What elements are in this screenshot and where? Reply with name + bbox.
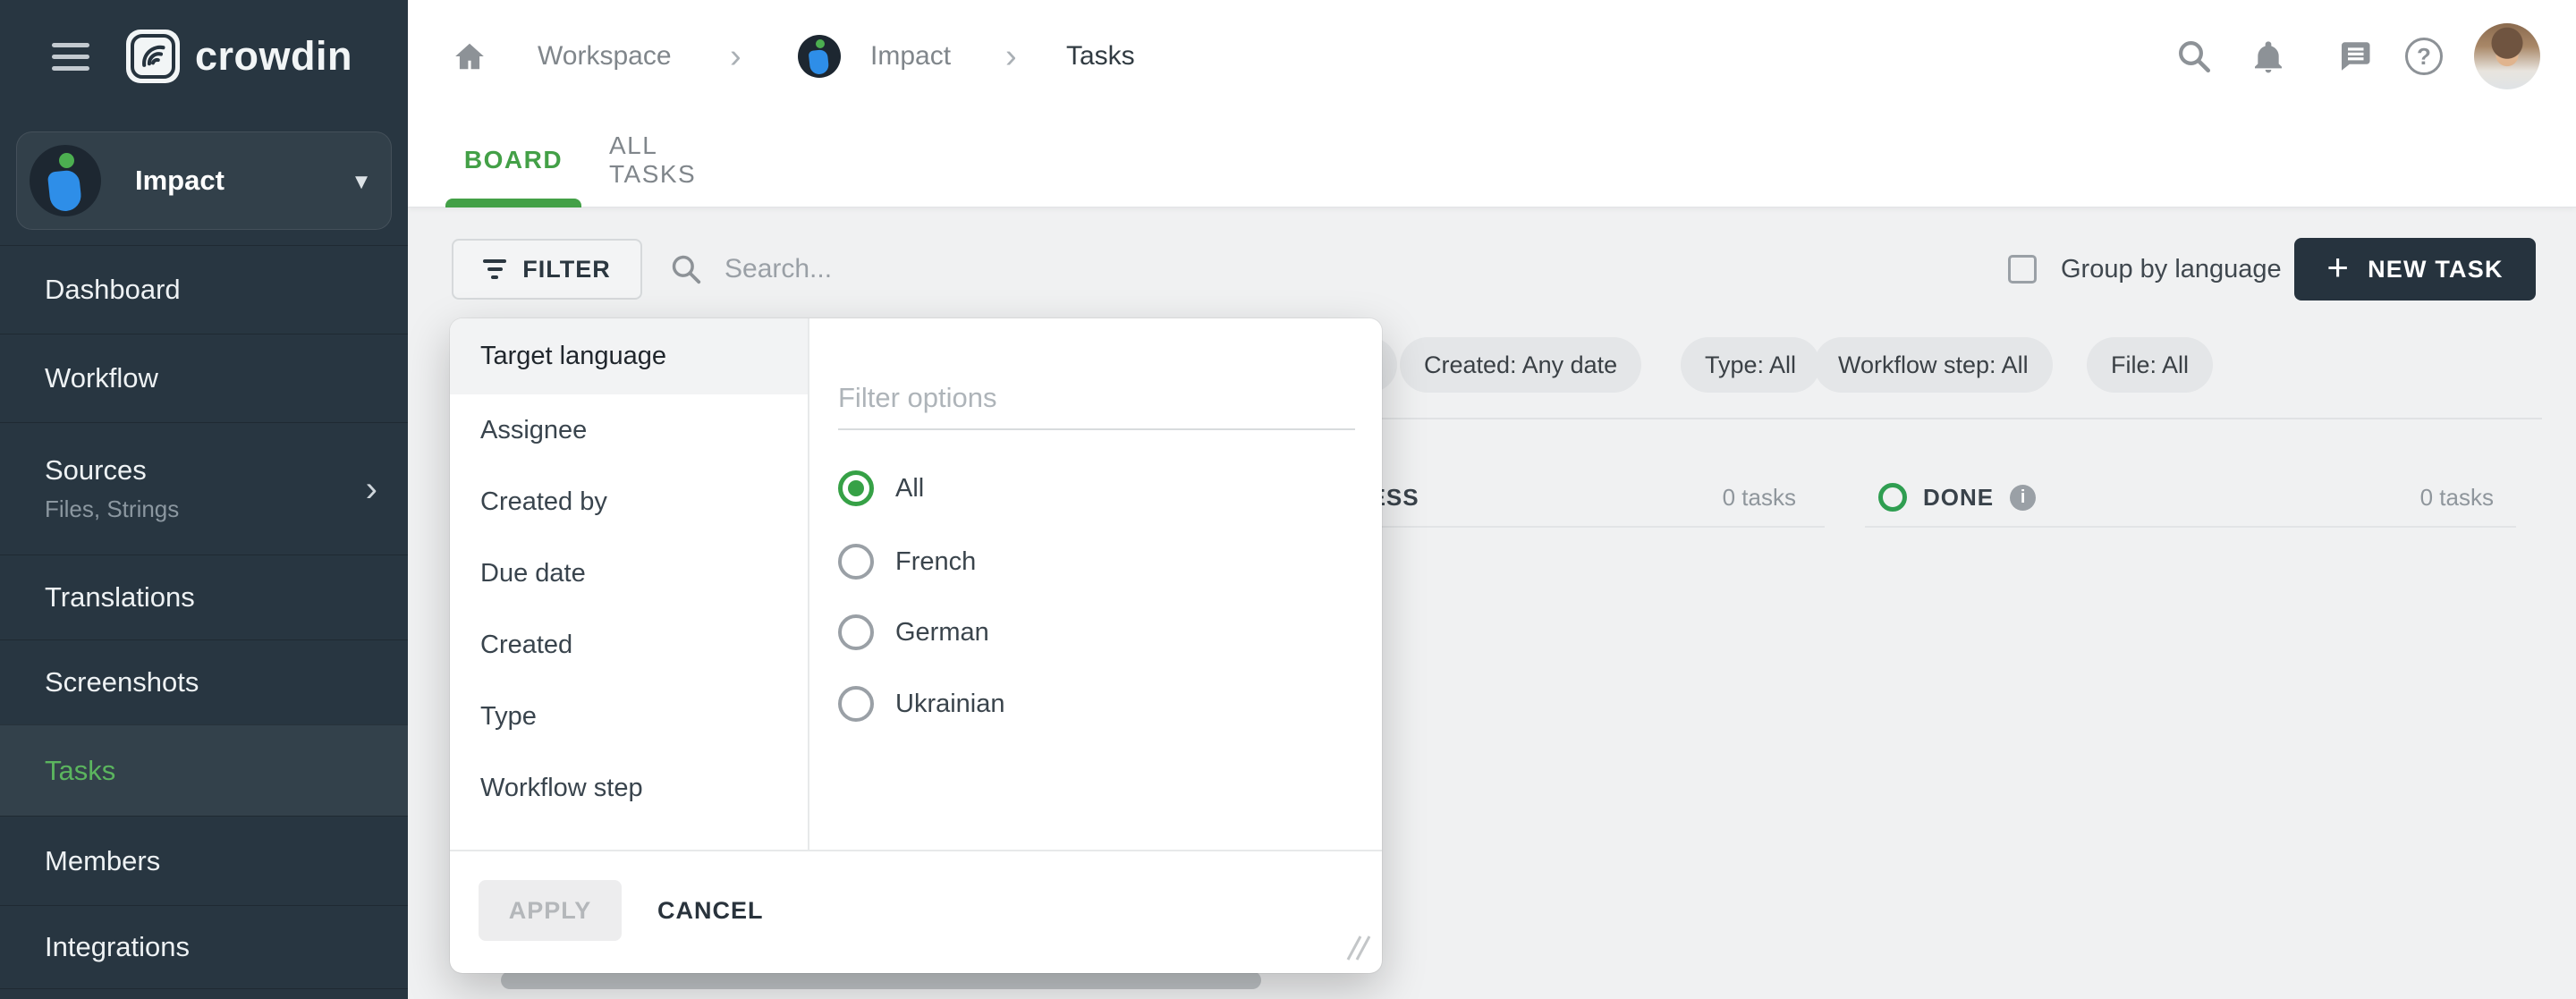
panel-footer-divider: [450, 850, 1382, 851]
horizontal-scrollbar-thumb[interactable]: [501, 971, 1261, 989]
notifications-bell-icon[interactable]: [2245, 33, 2292, 80]
crowdin-wordmark: crowdin: [195, 33, 352, 80]
breadcrumb-current-page: Tasks: [1066, 0, 1135, 113]
search-icon[interactable]: [2171, 33, 2217, 80]
tab-all-tasks[interactable]: ALL TASKS: [609, 113, 736, 207]
task-search: [669, 241, 1190, 297]
top-header: Workspace › Impact › Tasks ?: [408, 0, 2576, 207]
project-avatar: [30, 145, 101, 216]
breadcrumb-project-avatar: [798, 0, 841, 113]
crowdin-logo[interactable]: crowdin: [126, 30, 352, 83]
radio-icon[interactable]: [838, 614, 874, 650]
sidebar-item-translations[interactable]: Translations: [0, 555, 408, 639]
tab-board[interactable]: BOARD: [445, 113, 581, 207]
radio-icon[interactable]: [838, 544, 874, 580]
filter-category-created-by[interactable]: Created by: [450, 466, 808, 538]
group-by-language-label: Group by language: [2061, 255, 2282, 284]
filter-category-created[interactable]: Created: [450, 609, 808, 681]
active-tab-underline: [445, 199, 581, 207]
user-avatar[interactable]: [2474, 23, 2540, 89]
filter-category-assignee[interactable]: Assignee: [450, 394, 808, 466]
language-option-ukrainian[interactable]: Ukrainian: [838, 684, 1005, 724]
crowdin-tasks-page: crowdin Impact ▾ Dashboard Workflow Sour…: [0, 0, 2576, 999]
crowdin-logo-icon: [126, 30, 180, 83]
hamburger-menu-icon[interactable]: [52, 43, 89, 71]
sidebar-item-members[interactable]: Members: [0, 816, 408, 905]
apply-button[interactable]: APPLY: [479, 880, 622, 941]
search-input[interactable]: [724, 254, 1190, 284]
column-task-count: 0 tasks: [1723, 484, 1796, 512]
done-status-ring-icon: [1878, 483, 1907, 512]
filter-button[interactable]: FILTER: [452, 239, 642, 300]
caret-down-icon: ▾: [355, 166, 368, 196]
project-selector[interactable]: Impact ▾: [16, 131, 392, 230]
breadcrumb-workspace[interactable]: Workspace: [538, 0, 672, 113]
filter-chip-workflow-step[interactable]: Workflow step: All: [1814, 337, 2053, 393]
breadcrumb-project[interactable]: Impact: [870, 0, 951, 113]
cancel-button[interactable]: CANCEL: [657, 880, 764, 941]
filter-options-pane: All French German Ukrainian: [809, 318, 1382, 850]
board-column-done: DONE i 0 tasks: [1865, 469, 2516, 528]
breadcrumb-separator-icon: ›: [1005, 0, 1017, 113]
group-by-language-checkbox[interactable]: [2008, 255, 2037, 284]
radio-selected-icon[interactable]: [838, 470, 874, 506]
filter-category-due-date[interactable]: Due date: [450, 538, 808, 609]
sidebar-item-screenshots[interactable]: Screenshots: [0, 639, 408, 724]
radio-icon[interactable]: [838, 686, 874, 722]
sidebar-item-sources[interactable]: Sources Files, Strings ›: [0, 422, 408, 555]
filter-dropdown-panel: Target language Assignee Created by Due …: [450, 318, 1382, 973]
filter-chip-created[interactable]: Created: Any date: [1400, 337, 1641, 393]
filter-category-list: Target language Assignee Created by Due …: [450, 318, 809, 850]
language-option-all[interactable]: All: [838, 469, 924, 508]
language-option-german[interactable]: German: [838, 613, 989, 652]
language-option-french[interactable]: French: [838, 542, 976, 581]
filter-icon: [483, 259, 506, 279]
sidebar-item-workflow[interactable]: Workflow: [0, 334, 408, 422]
help-icon[interactable]: ?: [2401, 33, 2447, 80]
info-icon[interactable]: i: [2010, 485, 2036, 511]
filter-chip-type[interactable]: Type: All: [1681, 337, 1820, 393]
group-by-language-toggle[interactable]: Group by language: [2008, 240, 2282, 299]
home-icon[interactable]: [453, 0, 487, 113]
sidebar-nav: Dashboard Workflow Sources Files, String…: [0, 245, 408, 989]
column-name: DONE: [1923, 484, 1994, 512]
chevron-right-icon: ›: [366, 471, 377, 507]
column-task-count: 0 tasks: [2420, 484, 2494, 512]
filter-options-input[interactable]: [838, 368, 1355, 430]
sidebar-item-tasks[interactable]: Tasks: [0, 724, 408, 816]
sidebar-item-sources-sublabel: Files, Strings: [45, 495, 408, 523]
filter-chip-file[interactable]: File: All: [2087, 337, 2213, 393]
new-task-button[interactable]: + NEW TASK: [2294, 238, 2536, 301]
filter-category-type[interactable]: Type: [450, 681, 808, 752]
breadcrumb-separator-icon: ›: [730, 0, 741, 113]
sidebar: crowdin Impact ▾ Dashboard Workflow Sour…: [0, 0, 408, 999]
sidebar-item-dashboard[interactable]: Dashboard: [0, 245, 408, 334]
resize-handle[interactable]: [1341, 935, 1371, 966]
filter-category-workflow-step[interactable]: Workflow step: [450, 752, 808, 824]
filter-category-target-language[interactable]: Target language: [450, 318, 808, 394]
project-name: Impact: [135, 165, 225, 197]
messages-icon[interactable]: [2331, 33, 2377, 80]
search-icon: [669, 252, 703, 286]
plus-icon: +: [2326, 249, 2350, 286]
sidebar-item-integrations[interactable]: Integrations: [0, 905, 408, 989]
